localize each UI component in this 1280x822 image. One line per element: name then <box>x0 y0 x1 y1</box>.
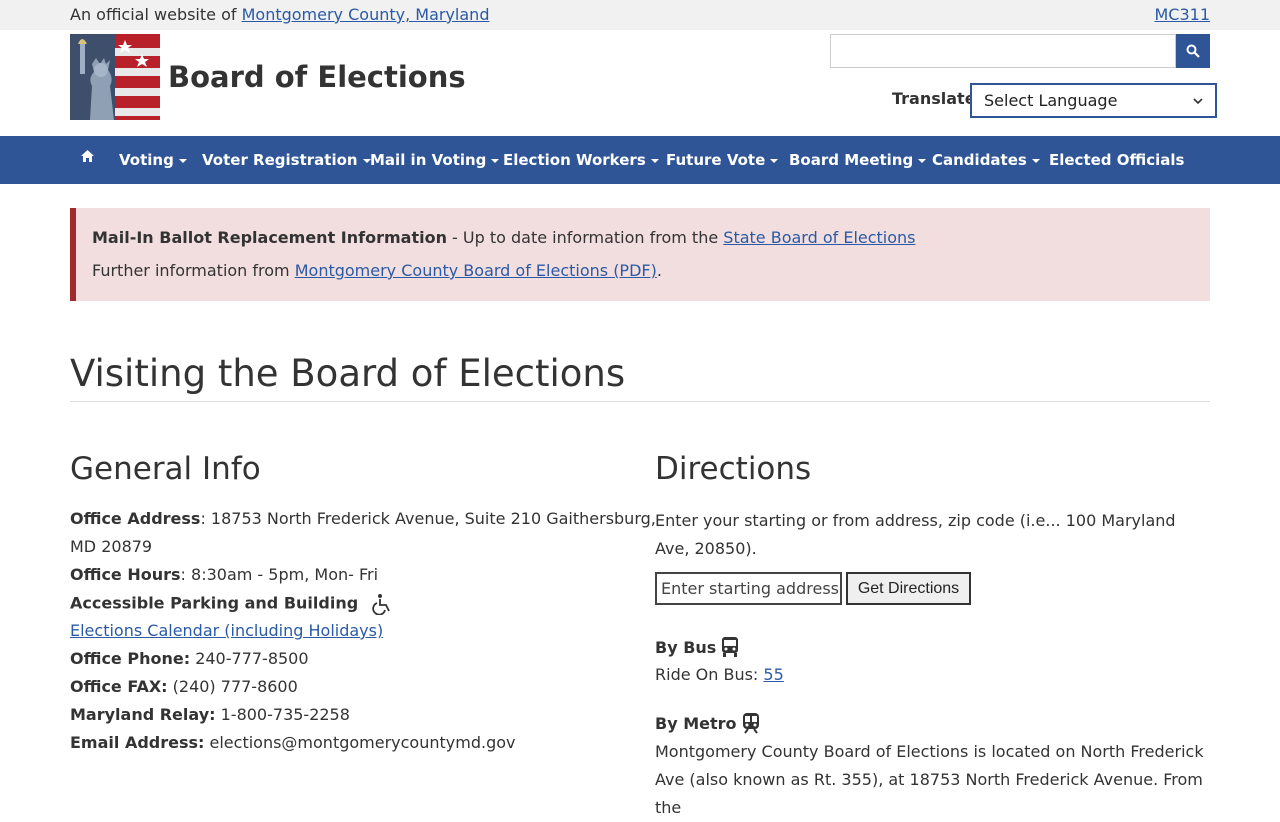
chevron-down-icon <box>1193 97 1203 104</box>
statue-of-liberty-logo[interactable] <box>70 34 160 120</box>
mc311-link[interactable]: MC311 <box>1154 5 1210 24</box>
office-phone: Office Phone: 240-777-8500 <box>70 649 309 668</box>
official-site-notice: An official website of Montgomery County… <box>70 5 490 24</box>
nav-mail-in-voting[interactable]: Mail in Voting <box>370 151 500 169</box>
main-nav: Voting Voter Registration Mail in Voting… <box>0 136 1280 184</box>
by-metro-heading: By Metro <box>655 712 761 734</box>
site-title[interactable]: Board of Elections <box>168 60 466 94</box>
get-directions-button[interactable]: Get Directions <box>846 572 971 605</box>
metro-directions-text: Montgomery County Board of Elections is … <box>655 742 1204 817</box>
site-header: Board of Elections Translate Select Lang… <box>0 30 1280 136</box>
ride-on-bus: Ride On Bus: 55 <box>655 665 784 684</box>
page-title: Visiting the Board of Elections <box>70 352 626 395</box>
by-bus-heading: By Bus <box>655 636 740 658</box>
state-board-link[interactable]: State Board of Elections <box>723 228 915 247</box>
nav-candidates[interactable]: Candidates <box>932 151 1040 169</box>
email-address: Email Address: elections@montgomerycount… <box>70 733 516 752</box>
mail-in-ballot-alert: Mail-In Ballot Replacement Information -… <box>70 208 1210 301</box>
alert-line-1: Mail-In Ballot Replacement Information -… <box>92 228 916 247</box>
office-address: Office Address: 18753 North Frederick Av… <box>70 509 656 528</box>
caret-down-icon <box>918 158 927 163</box>
nav-voter-registration[interactable]: Voter Registration <box>202 151 371 169</box>
directions-heading: Directions <box>655 451 812 487</box>
search-button[interactable] <box>1176 34 1210 68</box>
nav-home[interactable] <box>80 149 95 167</box>
office-address-line-2: MD 20879 <box>70 537 153 556</box>
home-icon <box>81 150 94 162</box>
nav-future-vote[interactable]: Future Vote <box>666 151 779 169</box>
bus-55-link[interactable]: 55 <box>763 665 783 684</box>
caret-down-icon <box>770 158 779 163</box>
bus-icon <box>722 637 739 657</box>
county-board-pdf-link[interactable]: Montgomery County Board of Elections (PD… <box>295 261 657 280</box>
nav-voting[interactable]: Voting <box>119 151 187 169</box>
county-link[interactable]: Montgomery County, Maryland <box>242 5 490 24</box>
accessible-parking: Accessible Parking and Building <box>70 593 393 616</box>
train-icon <box>742 713 759 734</box>
official-site-bar: An official website of Montgomery County… <box>0 0 1280 30</box>
divider <box>70 401 1210 402</box>
office-fax: Office FAX: (240) 777-8600 <box>70 677 298 696</box>
nav-elected-officials[interactable]: Elected Officials <box>1049 151 1184 169</box>
office-hours: Office Hours: 8:30am - 5pm, Mon- Fri <box>70 565 379 584</box>
starting-address-input[interactable]: Enter starting address <box>655 572 842 605</box>
caret-down-icon <box>178 158 187 163</box>
nav-election-workers[interactable]: Election Workers <box>503 151 659 169</box>
caret-down-icon <box>1031 158 1040 163</box>
nav-board-meeting[interactable]: Board Meeting <box>789 151 927 169</box>
language-select[interactable]: Select Language <box>970 83 1217 118</box>
elections-calendar-link[interactable]: Elections Calendar (including Holidays) <box>70 621 383 640</box>
search-input[interactable] <box>830 34 1176 68</box>
wheelchair-icon <box>372 594 391 616</box>
maryland-relay: Maryland Relay: 1-800-735-2258 <box>70 705 350 724</box>
translate-label: Translate <box>892 89 976 108</box>
alert-line-2: Further information from Montgomery Coun… <box>92 261 662 280</box>
general-info-heading: General Info <box>70 451 261 487</box>
directions-intro: Enter your starting or from address, zip… <box>655 511 1176 558</box>
caret-down-icon <box>491 158 500 163</box>
caret-down-icon <box>650 158 659 163</box>
search-icon <box>1186 44 1200 58</box>
